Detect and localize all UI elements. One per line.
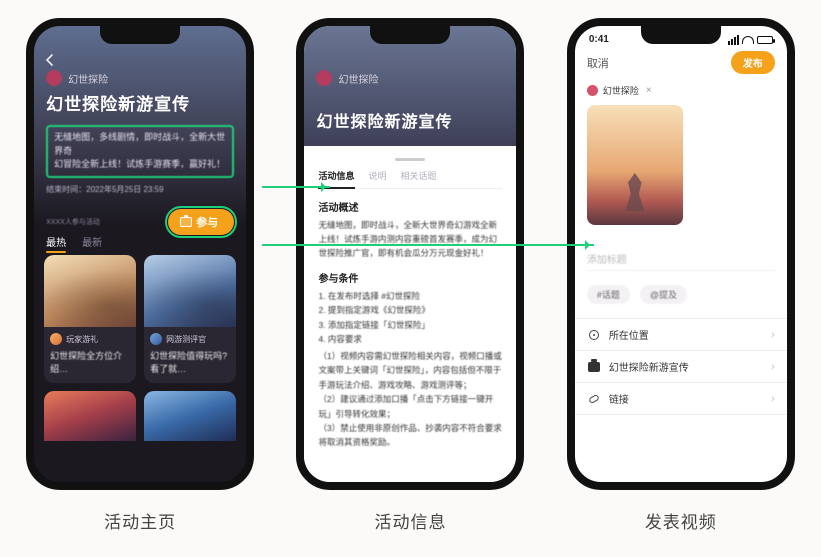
end-time-text: 结束时间：2022年5月25日 23:59 (46, 184, 234, 195)
game-dot-icon (587, 85, 598, 96)
option-activity[interactable]: 幻世探险新游宣传 › (575, 350, 787, 382)
wifi-icon (742, 36, 754, 44)
tab-topics[interactable]: 相关话题 (401, 169, 437, 182)
sheet-handle[interactable] (395, 158, 425, 161)
flow-arrow-2 (262, 244, 594, 246)
column-label: 活动信息 (374, 508, 446, 533)
column-label: 发表视频 (645, 508, 717, 533)
activity-icon (588, 362, 600, 372)
phone-publish-video: 0:41 取消 发布 幻世探险 × 选择封面 (567, 18, 795, 490)
info-sheet: 活动信息 说明 相关话题 活动概述 无缝地图，即时战斗，全新大世界奇幻游戏全新上… (304, 146, 516, 482)
location-icon (589, 330, 599, 340)
status-time: 0:41 (589, 34, 609, 45)
chevron-right-icon: › (771, 393, 775, 405)
tab-explain[interactable]: 说明 (369, 169, 387, 182)
condition-list: 1. 在发布时选择 #幻世探险 2. 提到指定游戏《幻世探险》 3. 添加指定链… (318, 289, 502, 347)
feed-card-partial[interactable] (144, 391, 236, 441)
card-thumbnail (44, 255, 136, 327)
video-cover-preview[interactable]: 选择封面 (587, 105, 683, 225)
activity-dot-icon (316, 70, 332, 86)
avatar-icon (150, 333, 162, 345)
activity-title: 幻世探险新游宣传 (46, 90, 234, 115)
section-title-overview: 活动概述 (318, 199, 502, 214)
remove-tag-icon[interactable]: × (646, 85, 652, 96)
hero-section: 幻世探险 幻世探险新游宣传 无缝地图，多线剧情，即时战斗，全新大世界奇 幻冒险全… (34, 26, 246, 224)
activity-tag-name: 幻世探险 (338, 71, 378, 86)
mention-pill[interactable]: @提及 (640, 285, 687, 304)
phone-notch (641, 26, 721, 44)
game-tag-label: 幻世探险 (603, 84, 639, 97)
option-link[interactable]: 链接 › (575, 382, 787, 415)
link-icon (588, 393, 600, 403)
phone-activity-info: 幻世探险 幻世探险新游宣传 活动信息 说明 相关话题 活动概述 无缝地图，即时战… (296, 18, 524, 490)
back-icon[interactable] (44, 54, 56, 66)
card-author: 网游测评官 (166, 334, 206, 345)
activity-title: 幻世探险新游宣传 (316, 108, 504, 132)
tab-new[interactable]: 最新 (82, 234, 102, 249)
tab-hot[interactable]: 最热 (46, 234, 66, 249)
card-author: 玩家游礼 (66, 334, 98, 345)
topic-pill[interactable]: #话题 (587, 285, 630, 304)
chevron-right-icon: › (771, 361, 775, 373)
phone-notch (100, 26, 180, 44)
signal-icon (728, 35, 739, 45)
publish-button[interactable]: 发布 (731, 51, 775, 74)
card-title: 幻世探险值得玩吗?看了就… (150, 349, 230, 375)
hero-section: 幻世探险 幻世探险新游宣传 (304, 26, 516, 146)
chevron-right-icon: › (771, 329, 775, 341)
game-tag-chip[interactable]: 幻世探险 × (575, 82, 787, 99)
section-title-conditions: 参与条件 (318, 270, 502, 285)
feed-tabs: 最热 最新 (34, 224, 246, 255)
card-title: 幻世探险全方位介绍… (50, 349, 130, 375)
feed-card[interactable]: 玩家游礼 幻世探险全方位介绍… (44, 255, 136, 383)
column-label: 活动主页 (104, 508, 176, 533)
activity-dot-icon (46, 70, 62, 86)
sheet-tabs: 活动信息 说明 相关话题 (318, 169, 502, 189)
feed-card[interactable]: 网游测评官 幻世探险值得玩吗?看了就… (144, 255, 236, 383)
flow-arrow-1 (262, 186, 330, 188)
phone-activity-home: 幻世探险 幻世探险新游宣传 无缝地图，多线剧情，即时战斗，全新大世界奇 幻冒险全… (26, 18, 254, 490)
title-input[interactable]: 添加标题 (587, 247, 775, 271)
feed-card-partial[interactable] (44, 391, 136, 441)
cover-silhouette (618, 173, 652, 211)
requirement-list: （1）视频内容需幻世探险相关内容，视频口播或文案带上关键词「幻世探险」，内容包括… (318, 349, 502, 450)
phone-notch (370, 26, 450, 44)
tab-activity-info[interactable]: 活动信息 (318, 169, 354, 182)
overview-text: 无缝地图，即时战斗，全新大世界奇幻游戏全新上线！试炼手游内测内容重磅首发赛季，成… (318, 218, 502, 260)
avatar-icon (50, 333, 62, 345)
cancel-button[interactable]: 取消 (587, 55, 609, 71)
card-thumbnail (144, 255, 236, 327)
activity-tag-name: 幻世探险 (68, 71, 108, 86)
option-location[interactable]: 所在位置 › (575, 318, 787, 350)
activity-description-highlight[interactable]: 无缝地图，多线剧情，即时战斗，全新大世界奇 幻冒险全新上线！试炼手游赛季，赢好礼… (46, 125, 234, 178)
battery-icon (757, 36, 773, 44)
